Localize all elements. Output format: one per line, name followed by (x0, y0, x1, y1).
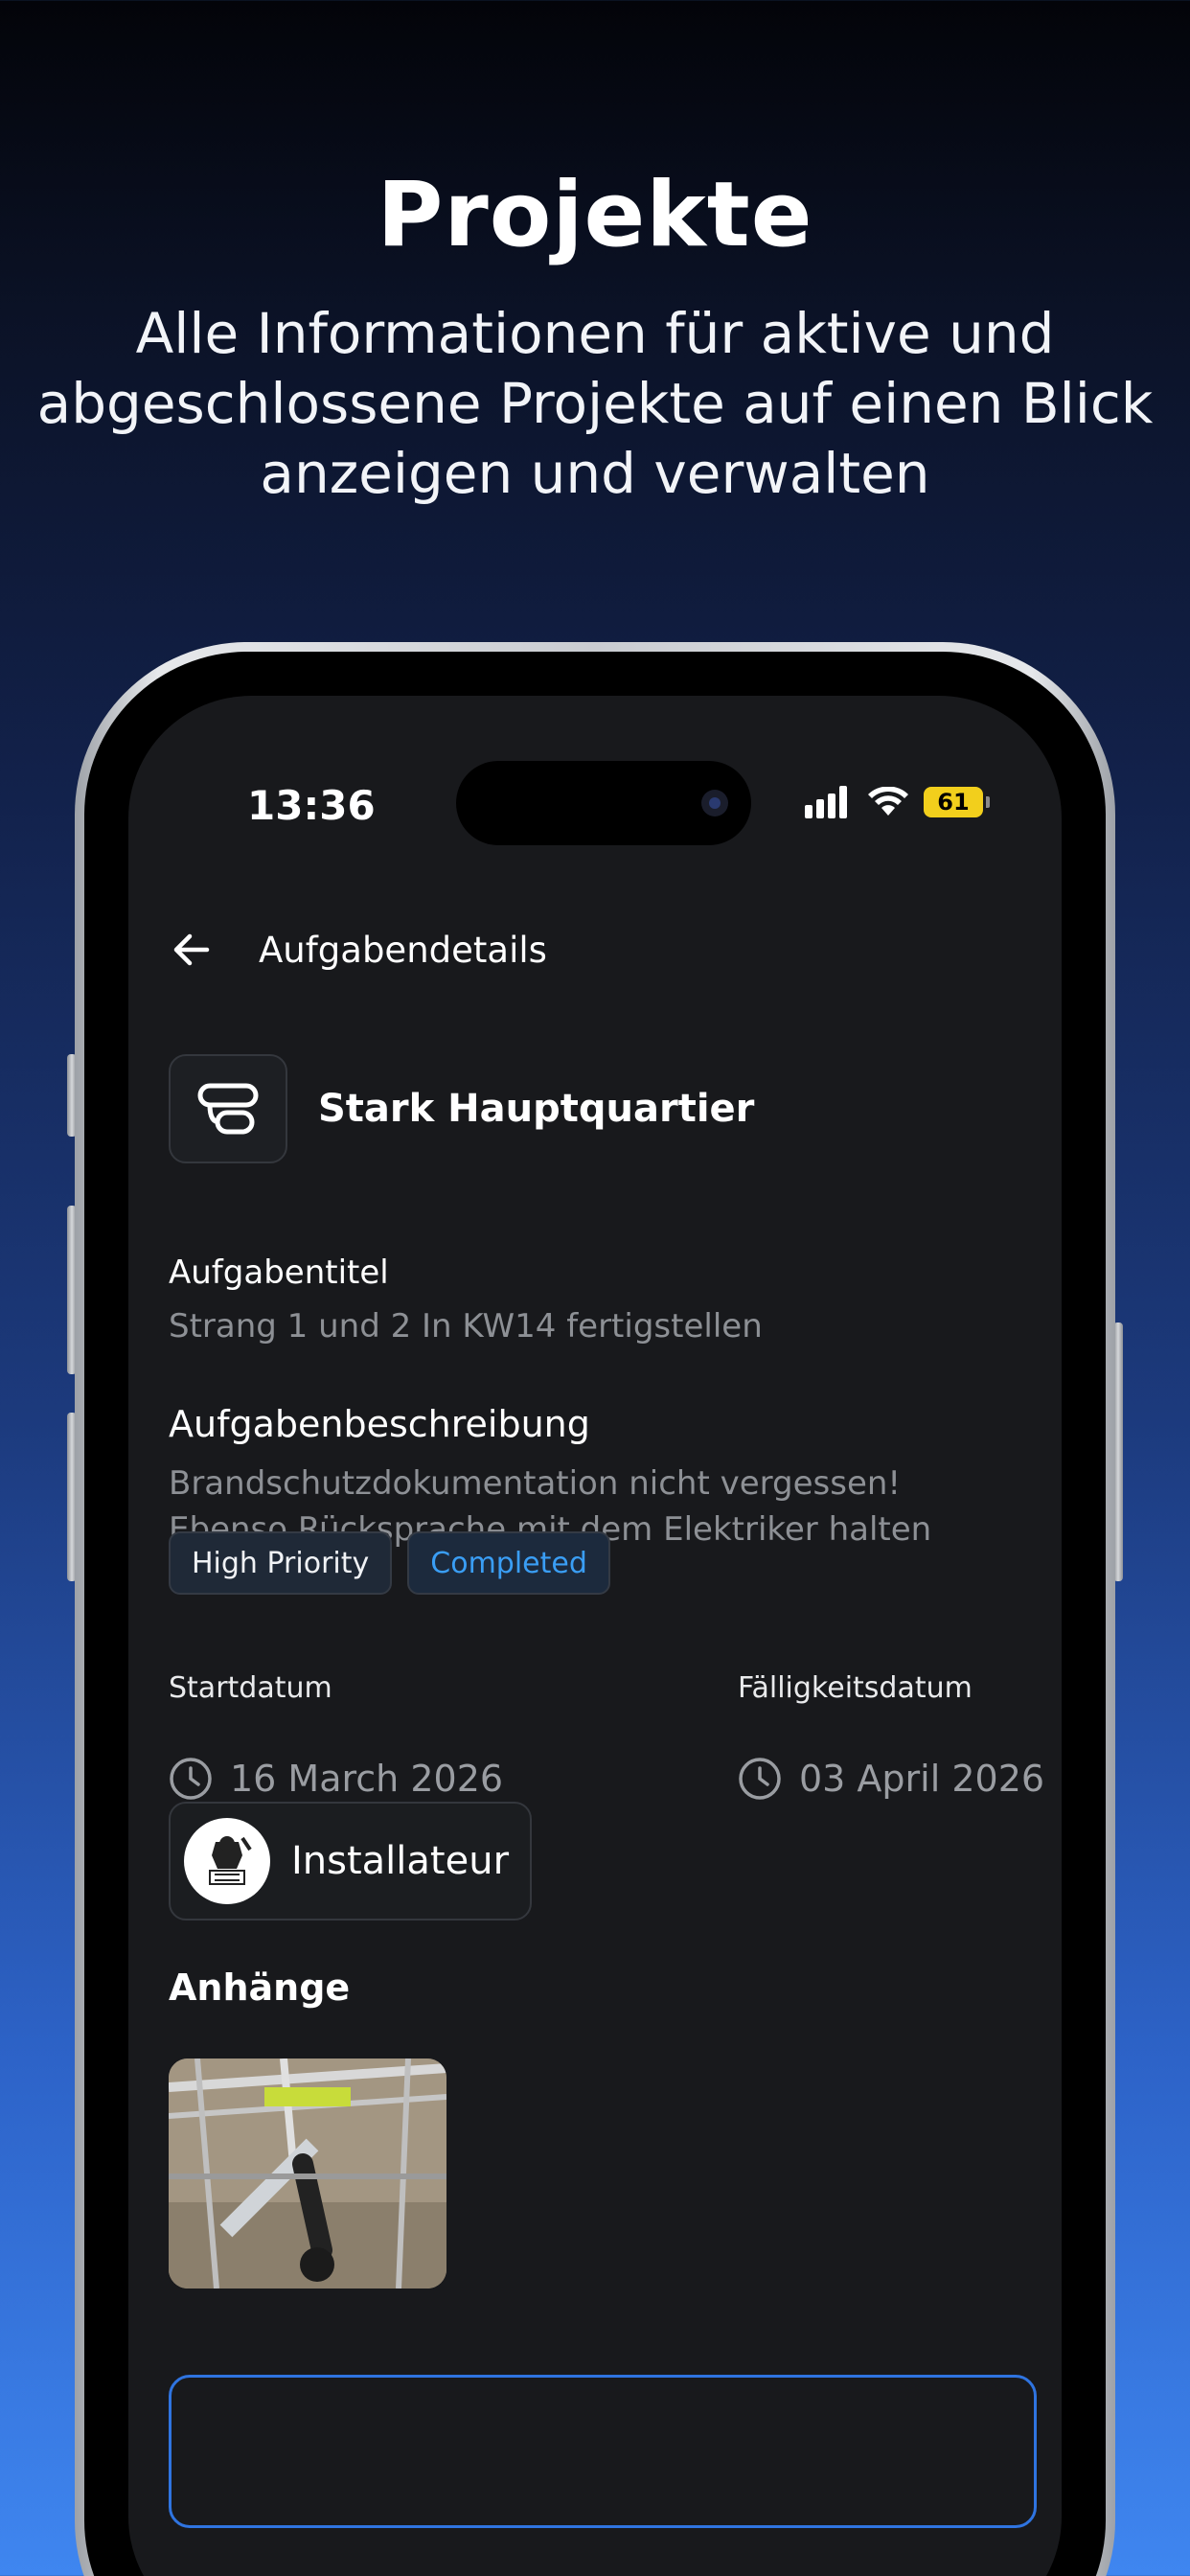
clock-icon (739, 1758, 781, 1800)
due-date: Fälligkeitsdatum 03 April 2026 (738, 1671, 1044, 1801)
task-title-value: Strang 1 und 2 In KW14 fertigstellen (169, 1307, 763, 1346)
attachment-thumbnail[interactable] (169, 2058, 446, 2288)
due-date-value-row: 03 April 2026 (738, 1757, 1044, 1801)
hero-subtitle-line: anzeigen und verwalten (260, 441, 930, 506)
task-chips: High Priority Completed (169, 1531, 610, 1595)
status-icons: 61 (805, 786, 990, 818)
page-title: Aufgabendetails (259, 929, 547, 971)
priority-badge: High Priority (169, 1531, 393, 1595)
camera-icon (701, 790, 728, 816)
due-date-label: Fälligkeitsdatum (738, 1671, 973, 1705)
hero-title: Projekte (377, 163, 813, 267)
avatar (184, 1818, 270, 1904)
assignee-role: Installateur (291, 1839, 510, 1883)
battery-icon: 61 (924, 787, 990, 817)
due-date-value: 03 April 2026 (799, 1758, 1045, 1800)
hero-subtitle: Alle Informationen für aktive und abgesc… (29, 299, 1161, 509)
start-date-label: Startdatum (169, 1671, 332, 1705)
project-name: Stark Hauptquartier (318, 1087, 755, 1131)
status-time: 13:36 (247, 782, 376, 829)
project-logo-icon (169, 1054, 287, 1163)
phone-bezel: 13:36 61 Aufgabendetails Stark Hauptquar… (84, 652, 1106, 2576)
wifi-icon (868, 787, 908, 816)
hero-subtitle-line: Alle Informationen für aktive und (135, 301, 1055, 366)
dynamic-island (456, 761, 751, 845)
clock-icon (170, 1758, 212, 1800)
start-date: Startdatum 16 March 2026 (169, 1671, 503, 1801)
start-date-value: 16 March 2026 (230, 1758, 504, 1800)
task-description-line: Brandschutzdokumentation nicht vergessen… (169, 1464, 902, 1503)
phone-frame: 13:36 61 Aufgabendetails Stark Hauptquar… (75, 642, 1115, 2576)
signal-icon (805, 786, 847, 818)
hero-subtitle-line: abgeschlossene Projekte auf einen Blick (36, 371, 1154, 436)
bottom-action-button[interactable] (169, 2375, 1037, 2528)
task-title-label: Aufgabentitel (169, 1254, 389, 1292)
attachments-heading: Anhänge (169, 1966, 351, 2009)
start-date-value-row: 16 March 2026 (169, 1757, 503, 1801)
project-header: Stark Hauptquartier (169, 1054, 754, 1163)
nav-bar: Aufgabendetails (169, 926, 547, 974)
app-screen: 13:36 61 Aufgabendetails Stark Hauptquar… (128, 696, 1062, 2576)
arrow-left-icon[interactable] (169, 926, 217, 974)
status-badge: Completed (407, 1531, 610, 1595)
assignee-chip[interactable]: Installateur (169, 1802, 533, 1920)
task-description-label: Aufgabenbeschreibung (169, 1403, 590, 1445)
